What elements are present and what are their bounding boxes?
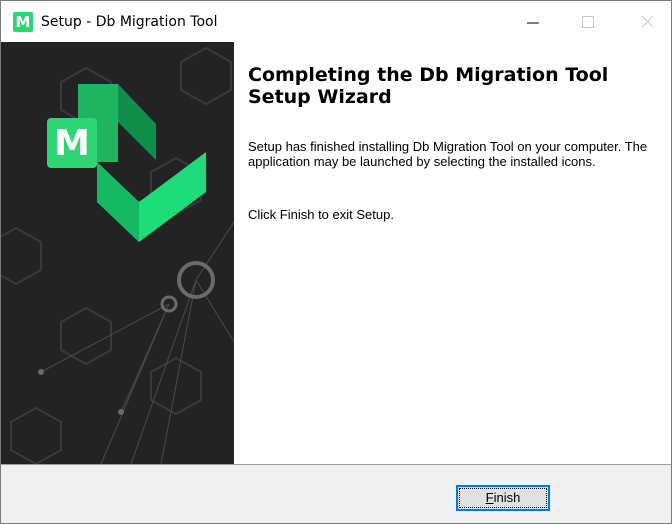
minimize-icon <box>527 22 539 24</box>
close-icon <box>641 15 654 28</box>
finish-button-label: Finish <box>459 488 547 508</box>
close-button[interactable] <box>623 1 671 41</box>
finish-button[interactable]: Finish <box>456 485 550 511</box>
wizard-banner-image: M <box>1 42 234 464</box>
title-bar[interactable]: M Setup - Db Migration Tool <box>1 1 671 41</box>
minimize-button[interactable] <box>509 1 557 41</box>
finish-label-rest: inish <box>493 490 521 505</box>
network-lines <box>40 221 234 464</box>
maximize-icon <box>582 16 594 28</box>
exit-instruction: Click Finish to exit Setup. <box>248 207 394 222</box>
wizard-content: Completing the Db Migration Tool Setup W… <box>234 42 671 464</box>
maximize-button[interactable] <box>564 1 612 41</box>
network-nodes <box>38 261 215 415</box>
logo-letter: M <box>54 123 90 164</box>
banner-graphic: M <box>1 46 234 464</box>
finish-mnemonic: F <box>485 490 494 505</box>
finished-message: Setup has finished installing Db Migrati… <box>248 139 648 169</box>
app-logo-icon: M <box>13 12 33 32</box>
db-migration-logo-icon: M <box>47 84 206 242</box>
window-title: Setup - Db Migration Tool <box>41 14 218 30</box>
button-bar: Finish <box>1 464 671 523</box>
page-title: Completing the Db Migration Tool Setup W… <box>248 64 609 108</box>
setup-window: M Setup - Db Migration Tool M Completing… <box>0 0 672 524</box>
